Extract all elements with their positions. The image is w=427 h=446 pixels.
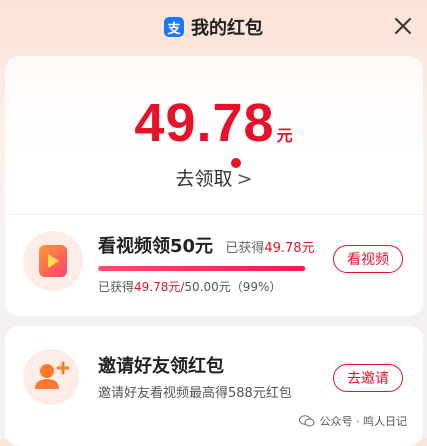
task-title-text: 看视频领50元 — [98, 236, 214, 257]
wechat-icon — [298, 415, 314, 427]
task-title: 看视频领50元 已获得49.78元 — [98, 232, 315, 258]
page-title: 我的红包 — [191, 18, 263, 39]
balance-card: 49.78 元 去领取 > 看视频领50元 已获得49.78元 已获得49.78元/… — [5, 56, 423, 316]
balance-value: 49.78 — [134, 93, 275, 153]
claim-label: 去领取 — [175, 168, 233, 190]
chevron-right-icon: > — [236, 168, 253, 190]
watermark-text: 公众号 · 鸣人日记 — [319, 415, 408, 428]
add-friend-icon — [23, 349, 79, 405]
invite-description: 邀请好友看视频最高得588元红包 — [98, 386, 292, 401]
divider — [5, 214, 423, 215]
invite-button[interactable]: 去邀请 — [333, 364, 403, 392]
claim-link[interactable]: 去领取 > — [5, 164, 423, 191]
task-earned: 已获得49.78元 — [225, 241, 315, 256]
alipay-icon: 支 — [164, 17, 184, 37]
task-progress-bar — [98, 266, 307, 271]
close-icon[interactable] — [391, 14, 415, 38]
balance-amount: 49.78 元 — [5, 92, 423, 154]
notification-dot — [231, 158, 241, 168]
balance-unit: 元 — [276, 126, 294, 145]
header: 支 我的红包 — [0, 0, 427, 54]
watch-video-button[interactable]: 看视频 — [333, 245, 403, 273]
task-progress-detail: 已获得49.78元/50.00元（99%） — [98, 280, 282, 294]
task-progress-fill — [98, 266, 305, 271]
video-play-icon — [23, 231, 83, 291]
invite-title: 邀请好友领红包 — [98, 356, 224, 377]
watermark: 公众号 · 鸣人日记 — [298, 413, 408, 429]
